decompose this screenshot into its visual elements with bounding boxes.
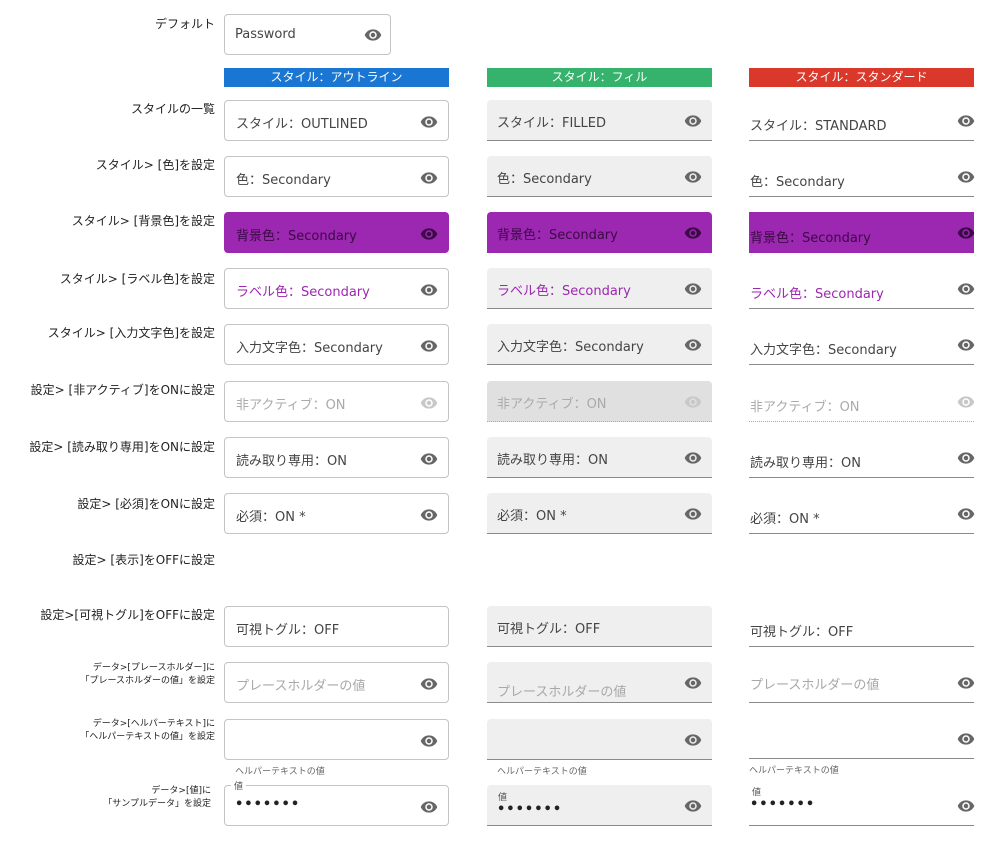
outlined-helper-field[interactable]	[224, 719, 449, 760]
outlined-inactive-field: 非アクティブ：ON	[224, 381, 449, 422]
eye-icon[interactable]	[957, 336, 975, 354]
row-label-display: 設定> [表示]をOFFに設定	[72, 553, 215, 567]
outlined-value-label: 値	[231, 779, 247, 792]
eye-icon[interactable]	[420, 113, 438, 131]
row-label-bgcolor: スタイル> [背景色]を設定	[71, 214, 215, 228]
eye-icon[interactable]	[957, 797, 975, 815]
eye-icon[interactable]	[684, 731, 702, 749]
row-label-readonly: 設定> [読み取り専用]をONに設定	[29, 440, 215, 454]
standard-style-field[interactable]: スタイル：STANDARD	[749, 100, 975, 141]
standard-inactive-field: 非アクティブ：ON	[749, 381, 975, 422]
eye-icon[interactable]	[420, 732, 438, 750]
filled-required-field[interactable]: 必須：ON *	[487, 493, 712, 534]
row-label-inactive: 設定> [非アクティブ]をONに設定	[30, 383, 215, 397]
eye-icon	[420, 397, 438, 409]
standard-required-field[interactable]: 必須：ON *	[749, 493, 975, 534]
filled-color-field[interactable]: 色：Secondary	[487, 156, 712, 197]
filled-value-field[interactable]: 値 •••••••	[487, 785, 712, 826]
outlined-bgcolor-field[interactable]: 背景色：Secondary	[224, 212, 449, 253]
row-label-labelcolor: スタイル> [ラベル色]を設定	[59, 272, 215, 286]
eye-icon[interactable]	[684, 797, 702, 815]
filled-placeholder-field[interactable]: プレースホルダーの値	[487, 662, 712, 703]
standard-readonly-field[interactable]: 読み取り専用：ON	[749, 437, 975, 478]
eye-icon[interactable]	[957, 112, 975, 130]
eye-icon[interactable]	[684, 674, 702, 692]
eye-icon[interactable]	[957, 224, 975, 242]
row-label-default: デフォルト	[154, 17, 215, 31]
eye-icon[interactable]	[957, 674, 975, 692]
eye-icon[interactable]	[684, 224, 702, 242]
eye-icon	[957, 396, 975, 408]
header-filled: スタイル：フィル	[487, 68, 712, 87]
row-label-required: 設定> [必須]をONに設定	[77, 497, 215, 511]
row-label-toggle: 設定>[可視トグル]をOFFに設定	[40, 608, 215, 622]
eye-icon[interactable]	[957, 280, 975, 298]
row-label-value: データ>[値]に 「サンプルデータ」を設定	[103, 786, 211, 809]
eye-icon[interactable]	[684, 505, 702, 523]
eye-icon[interactable]	[420, 798, 438, 816]
eye-icon[interactable]	[420, 225, 438, 243]
outlined-value-field[interactable]: •••••••	[224, 785, 449, 826]
standard-helper-field[interactable]	[749, 718, 975, 759]
eye-icon[interactable]	[957, 449, 975, 467]
header-standard: スタイル：スタンダード	[749, 68, 974, 87]
filled-bgcolor-field[interactable]: 背景色：Secondary	[487, 212, 712, 253]
eye-icon	[684, 396, 702, 408]
eye-icon[interactable]	[364, 26, 382, 44]
eye-icon[interactable]	[684, 449, 702, 467]
password-placeholder: Password	[235, 27, 296, 42]
eye-icon[interactable]	[957, 168, 975, 186]
eye-icon[interactable]	[957, 505, 975, 523]
standard-inputcolor-field[interactable]: 入力文字色：Secondary	[749, 324, 975, 365]
row-label-helper: データ>[ヘルパーテキスト]に 「ヘルパーテキストの値」を設定	[80, 719, 215, 742]
eye-icon[interactable]	[420, 675, 438, 693]
row-label-style-list: スタイルの一覧	[130, 102, 215, 116]
outlined-toggle-field[interactable]: 可視トグル：OFF	[224, 606, 449, 647]
outlined-style-field[interactable]: スタイル：OUTLINED	[224, 100, 449, 141]
eye-icon[interactable]	[957, 730, 975, 748]
outlined-labelcolor-field[interactable]: ラベル色：Secondary	[224, 268, 449, 309]
eye-icon[interactable]	[420, 281, 438, 299]
filled-readonly-field[interactable]: 読み取り専用：ON	[487, 437, 712, 478]
outlined-required-field[interactable]: 必須：ON *	[224, 493, 449, 534]
outlined-color-field[interactable]: 色：Secondary	[224, 156, 449, 197]
default-password-field[interactable]: Password	[224, 14, 391, 55]
helper-text-outlined: ヘルパーテキストの値	[235, 767, 325, 777]
filled-style-field[interactable]: スタイル：FILLED	[487, 100, 712, 141]
row-label-color: スタイル> [色]を設定	[95, 158, 215, 172]
helper-text-filled: ヘルパーテキストの値	[497, 767, 587, 777]
standard-value-field[interactable]: 値 •••••••	[749, 785, 975, 826]
row-label-placeholder: データ>[プレースホルダー]に 「プレースホルダーの値」を設定	[80, 663, 215, 686]
eye-icon[interactable]	[684, 112, 702, 130]
eye-icon[interactable]	[684, 280, 702, 298]
filled-inputcolor-field[interactable]: 入力文字色：Secondary	[487, 324, 712, 365]
standard-color-field[interactable]: 色：Secondary	[749, 156, 975, 197]
helper-text-standard: ヘルパーテキストの値	[749, 766, 839, 776]
header-outlined: スタイル：アウトライン	[224, 68, 449, 87]
outlined-placeholder-field[interactable]: プレースホルダーの値	[224, 662, 449, 703]
standard-toggle-field[interactable]: 可視トグル：OFF	[749, 606, 974, 647]
row-label-inputcolor: スタイル> [入力文字色]を設定	[47, 326, 215, 340]
filled-labelcolor-field[interactable]: ラベル色：Secondary	[487, 268, 712, 309]
eye-icon[interactable]	[684, 336, 702, 354]
filled-toggle-field[interactable]: 可視トグル：OFF	[487, 606, 712, 647]
outlined-inputcolor-field[interactable]: 入力文字色：Secondary	[224, 324, 449, 365]
standard-labelcolor-field[interactable]: ラベル色：Secondary	[749, 268, 975, 309]
eye-icon[interactable]	[420, 169, 438, 187]
eye-icon[interactable]	[420, 450, 438, 468]
eye-icon[interactable]	[684, 168, 702, 186]
standard-placeholder-field[interactable]: プレースホルダーの値	[749, 662, 975, 703]
outlined-readonly-field[interactable]: 読み取り専用：ON	[224, 437, 449, 478]
filled-inactive-field: 非アクティブ：ON	[487, 381, 712, 422]
standard-bgcolor-field[interactable]: 背景色：Secondary	[749, 212, 975, 253]
eye-icon[interactable]	[420, 337, 438, 355]
eye-icon[interactable]	[420, 506, 438, 524]
filled-helper-field[interactable]	[487, 719, 712, 760]
